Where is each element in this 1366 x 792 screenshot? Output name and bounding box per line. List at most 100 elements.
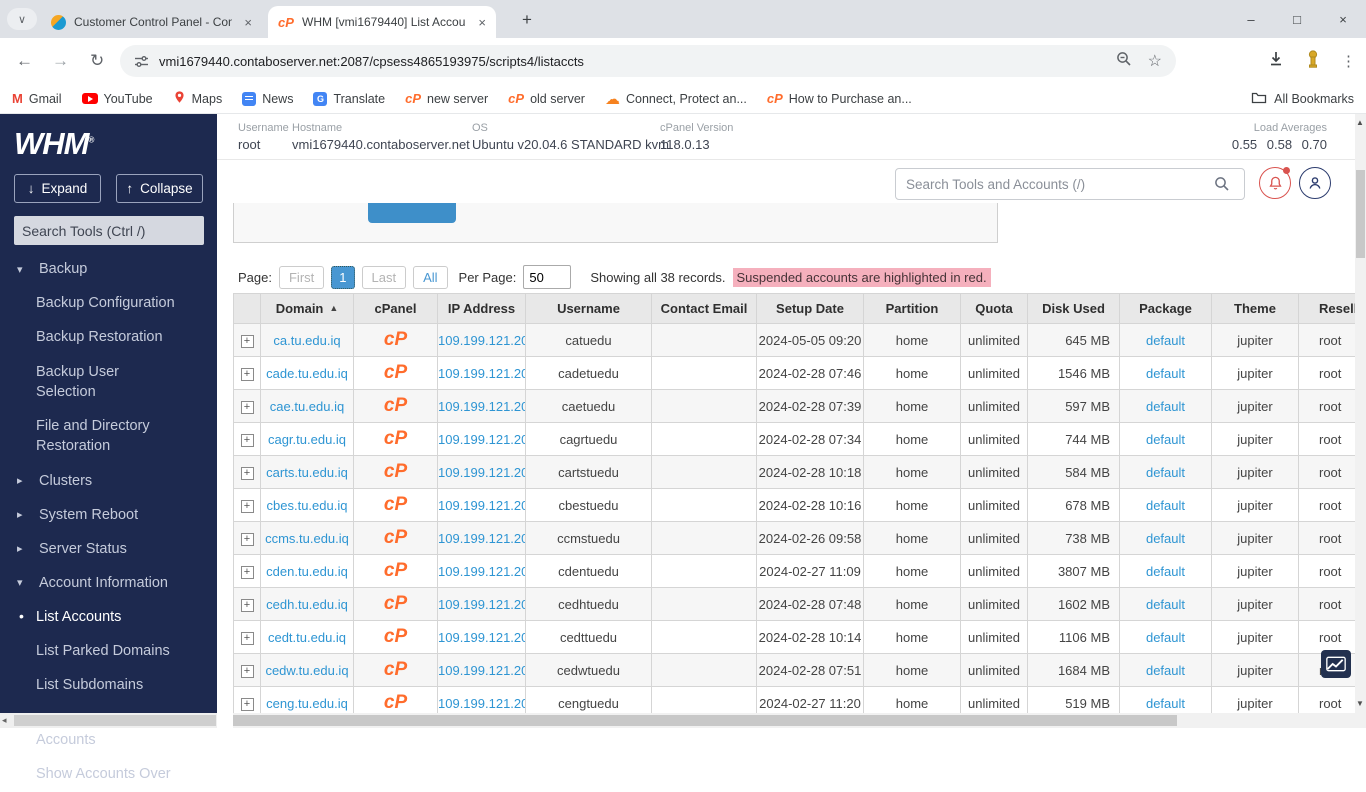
expand-row-button[interactable]: + bbox=[241, 467, 254, 480]
tab-customer-control-panel[interactable]: Customer Control Panel - Conta × bbox=[40, 6, 262, 38]
sidebar-item-file-and-directory-restoration[interactable]: File and Directory Restoration bbox=[0, 409, 217, 464]
bookmark-news[interactable]: News bbox=[242, 92, 293, 106]
download-icon[interactable] bbox=[1267, 50, 1285, 73]
all-pages-button[interactable]: All bbox=[413, 266, 447, 289]
sidebar-item-account-information[interactable]: ▾Account Information bbox=[0, 566, 217, 600]
user-menu-button[interactable] bbox=[1299, 167, 1331, 199]
extension-icon[interactable] bbox=[1305, 50, 1321, 73]
domain-link[interactable]: cedw.tu.edu.iq bbox=[265, 663, 348, 678]
ip-link[interactable]: 109.199.121.203 bbox=[438, 498, 526, 513]
maximize-button[interactable]: □ bbox=[1274, 0, 1320, 38]
bookmark-star-icon[interactable]: ☆ bbox=[1148, 51, 1162, 71]
disk-used-header[interactable]: Disk Used bbox=[1028, 294, 1120, 324]
sidebar-item-system-reboot[interactable]: ▸System Reboot bbox=[0, 498, 217, 532]
reload-icon[interactable]: ↻ bbox=[90, 51, 104, 71]
expand-row-button[interactable]: + bbox=[241, 566, 254, 579]
expand-row-button[interactable]: + bbox=[241, 368, 254, 381]
expand-row-button[interactable]: + bbox=[241, 335, 254, 348]
cpanel-login-icon[interactable]: cP bbox=[384, 329, 407, 350]
cpanel-login-icon[interactable]: cP bbox=[384, 494, 407, 515]
package-link[interactable]: default bbox=[1146, 498, 1185, 513]
ip-link[interactable]: 109.199.121.203 bbox=[438, 597, 526, 612]
first-page-button[interactable]: First bbox=[279, 266, 324, 289]
package-link[interactable]: default bbox=[1146, 630, 1185, 645]
domain-link[interactable]: cedh.tu.edu.iq bbox=[266, 597, 348, 612]
ip-link[interactable]: 109.199.121.203 bbox=[438, 630, 526, 645]
minimize-button[interactable]: – bbox=[1228, 0, 1274, 38]
ip-header[interactable]: IP Address bbox=[438, 294, 526, 324]
package-link[interactable]: default bbox=[1146, 465, 1185, 480]
cpanel-login-icon[interactable]: cP bbox=[384, 461, 407, 482]
sidebar-search-input[interactable] bbox=[14, 216, 204, 245]
expand-row-button[interactable]: + bbox=[241, 434, 254, 447]
cpanel-login-icon[interactable]: cP bbox=[384, 527, 407, 548]
horizontal-scrollbar[interactable]: ▸ bbox=[233, 713, 1366, 728]
scrollbar-thumb[interactable] bbox=[233, 715, 1177, 726]
scroll-up-icon[interactable]: ▲ bbox=[1356, 118, 1364, 127]
package-link[interactable]: default bbox=[1146, 663, 1185, 678]
collapse-button[interactable]: ↑Collapse bbox=[116, 174, 203, 203]
current-page-button[interactable]: 1 bbox=[331, 266, 354, 289]
expand-row-button[interactable]: + bbox=[241, 665, 254, 678]
sidebar-item-backup-restoration[interactable]: Backup Restoration bbox=[0, 320, 217, 354]
package-link[interactable]: default bbox=[1146, 531, 1185, 546]
site-info-icon[interactable] bbox=[134, 54, 149, 69]
ip-link[interactable]: 109.199.121.203 bbox=[438, 663, 526, 678]
sidebar-item-backup[interactable]: ▾Backup bbox=[0, 252, 217, 286]
expand-button[interactable]: ↓Expand bbox=[14, 174, 101, 203]
cpanel-login-icon[interactable]: cP bbox=[384, 692, 407, 713]
forward-icon[interactable]: → bbox=[52, 51, 69, 71]
sidebar-item-backup-configuration[interactable]: Backup Configuration bbox=[0, 286, 217, 320]
ip-link[interactable]: 109.199.121.203 bbox=[438, 564, 526, 579]
expand-row-button[interactable]: + bbox=[241, 698, 254, 711]
partition-header[interactable]: Partition bbox=[864, 294, 961, 324]
bookmark-gmail[interactable]: MGmail bbox=[12, 91, 62, 106]
tools-accounts-search-input[interactable] bbox=[895, 168, 1245, 200]
scrollbar-thumb[interactable] bbox=[14, 715, 216, 726]
package-header[interactable]: Package bbox=[1120, 294, 1212, 324]
bookmark-new-server[interactable]: cPnew server bbox=[405, 91, 488, 106]
ip-link[interactable]: 109.199.121.203 bbox=[438, 432, 526, 447]
domain-link[interactable]: ceng.tu.edu.iq bbox=[266, 696, 348, 711]
cpanel-header[interactable]: cPanel bbox=[354, 294, 438, 324]
cpanel-login-icon[interactable]: cP bbox=[384, 362, 407, 383]
ip-link[interactable]: 109.199.121.203 bbox=[438, 399, 526, 414]
domain-link[interactable]: cagr.tu.edu.iq bbox=[268, 432, 346, 447]
cpanel-login-icon[interactable]: cP bbox=[384, 560, 407, 581]
bookmark-youtube[interactable]: YouTube bbox=[82, 92, 153, 106]
sidebar-item-list-subdomains[interactable]: List Subdomains bbox=[0, 668, 217, 702]
domain-link[interactable]: cedt.tu.edu.iq bbox=[268, 630, 346, 645]
expand-row-button[interactable]: + bbox=[241, 533, 254, 546]
expand-row-button[interactable]: + bbox=[241, 500, 254, 513]
ip-link[interactable]: 109.199.121.203 bbox=[438, 366, 526, 381]
all-bookmarks-button[interactable]: All Bookmarks bbox=[1251, 91, 1354, 107]
notifications-button[interactable] bbox=[1259, 167, 1291, 199]
package-link[interactable]: default bbox=[1146, 696, 1185, 711]
email-header[interactable]: Contact Email bbox=[652, 294, 757, 324]
ip-link[interactable]: 109.199.121.203 bbox=[438, 333, 526, 348]
scroll-left-icon[interactable]: ◂ bbox=[2, 715, 7, 726]
vertical-scrollbar[interactable]: ▲ ▼ bbox=[1355, 114, 1366, 712]
cpanel-login-icon[interactable]: cP bbox=[384, 428, 407, 449]
scroll-down-icon[interactable]: ▼ bbox=[1356, 699, 1364, 708]
new-tab-button[interactable]: + bbox=[514, 7, 540, 33]
username-header[interactable]: Username bbox=[526, 294, 652, 324]
setup-date-header[interactable]: Setup Date bbox=[757, 294, 864, 324]
ip-link[interactable]: 109.199.121.203 bbox=[438, 465, 526, 480]
tab-search-button[interactable]: ∨ bbox=[7, 8, 37, 30]
sidebar-item-list-accounts[interactable]: •List Accounts bbox=[0, 600, 217, 634]
back-icon[interactable]: ← bbox=[16, 51, 33, 71]
package-link[interactable]: default bbox=[1146, 432, 1185, 447]
bookmark-cloudflare[interactable]: ☁Connect, Protect an... bbox=[605, 90, 747, 108]
ip-link[interactable]: 109.199.121.203 bbox=[438, 696, 526, 711]
expand-row-button[interactable]: + bbox=[241, 632, 254, 645]
domain-link[interactable]: cae.tu.edu.iq bbox=[270, 399, 344, 414]
package-link[interactable]: default bbox=[1146, 597, 1185, 612]
domain-link[interactable]: ca.tu.edu.iq bbox=[273, 333, 340, 348]
analytics-chart-button[interactable] bbox=[1321, 650, 1351, 678]
sidebar-item-show-accounts-over[interactable]: Show Accounts Over bbox=[0, 757, 217, 791]
bookmark-how-to-purchase[interactable]: cPHow to Purchase an... bbox=[767, 91, 912, 106]
package-link[interactable]: default bbox=[1146, 564, 1185, 579]
bookmark-old-server[interactable]: cPold server bbox=[508, 91, 585, 106]
cpanel-login-icon[interactable]: cP bbox=[384, 659, 407, 680]
